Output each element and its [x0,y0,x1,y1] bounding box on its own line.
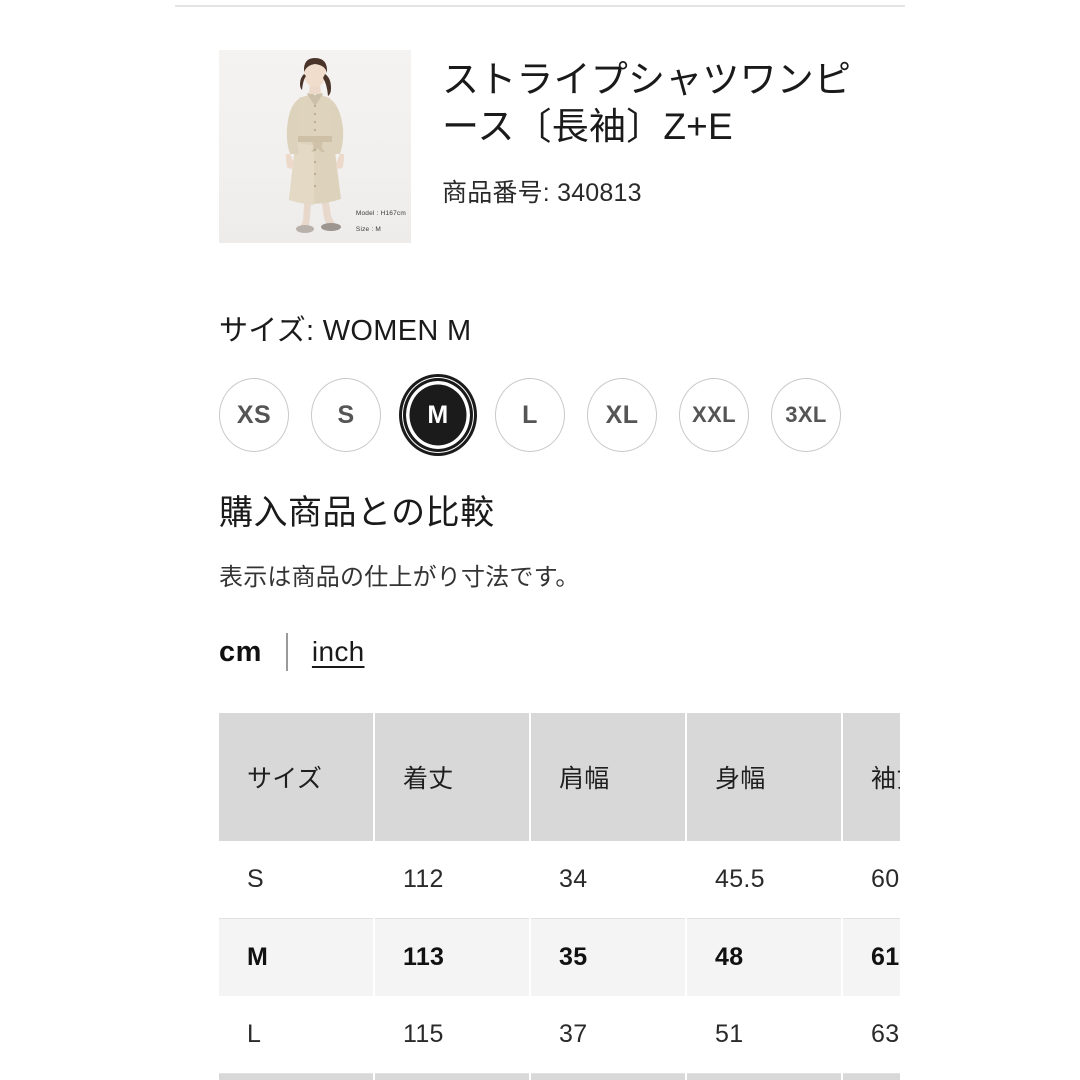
unit-inch-button[interactable]: inch [312,636,365,668]
product-meta: ストライプシャツワンピース〔長袖〕Z+E 商品番号: 340813 [442,50,872,209]
thumbnail-size-caption: Size : M [355,226,381,233]
table-cell-measure: 115 [375,996,529,1074]
table-cell-size: L [219,996,373,1074]
table-cell-measure: 60 [843,841,900,919]
table-cell-size: S [219,841,373,919]
size-table: サイズ着丈肩幅身幅袖丈裄丈 S1123445.560M113354861.5L1… [219,713,900,1080]
thumbnail-model-caption: Model : H167cm [355,209,406,217]
table-cell-measure [531,1074,685,1080]
product-title: ストライプシャツワンピース〔長袖〕Z+E [442,59,852,148]
size-chip-xs[interactable]: XS [219,378,289,452]
table-row: M113354861.5 [219,919,900,996]
table-cell-size: M [219,919,373,996]
size-table-scroll-area[interactable]: サイズ着丈肩幅身幅袖丈裄丈 S1123445.560M113354861.5L1… [219,713,900,1080]
table-cell-measure: 35 [531,919,685,996]
table-body: S1123445.560M113354861.5L115375163 [219,841,900,1080]
size-chip-l[interactable]: L [495,378,565,452]
unit-cm-button[interactable]: cm [219,636,262,669]
size-chart-page: Model : H167cm Size : M ストライプシャツワンピース〔長袖… [0,0,1080,1080]
comparison-heading: 購入商品との比較 [219,494,495,532]
table-cell-measure: 34 [531,841,685,919]
table-header-row: サイズ着丈肩幅身幅袖丈裄丈 [219,713,900,841]
size-chip-s[interactable]: S [311,378,381,452]
size-chip-xxl[interactable]: XXL [679,378,749,452]
table-cell-measure: 63 [843,996,900,1074]
table-row-partial [219,1074,900,1080]
size-chip-m[interactable]: M [399,374,477,456]
table-cell-measure: 51 [687,996,841,1074]
size-option-list: XS S M L XL XXL 3XL [219,374,841,456]
size-chip-xl[interactable]: XL [587,378,657,452]
table-cell-measure [687,1074,841,1080]
table-cell-measure: 113 [375,919,529,996]
product-thumbnail[interactable]: Model : H167cm Size : M [219,50,411,243]
size-selector-label: サイズ: WOMEN M [219,315,472,347]
table-cell-measure: 61.5 [843,919,900,996]
comparison-note: 表示は商品の仕上がり寸法です。 [219,564,580,591]
table-header-cell: 肩幅 [531,713,685,841]
table-cell-measure [375,1074,529,1080]
product-header: Model : H167cm Size : M ストライプシャツワンピース〔長袖… [219,50,872,243]
table-cell-measure: 112 [375,841,529,919]
product-number: 商品番号: 340813 [442,178,642,207]
size-chip-3xl[interactable]: 3XL [771,378,841,452]
table-header-cell: 身幅 [687,713,841,841]
table-row: S 112 34 45.5 60 [219,841,900,919]
table-cell-measure [843,1074,900,1080]
table-header-cell: 着丈 [375,713,529,841]
table-cell-size [219,1074,373,1080]
table-header-cell: サイズ [219,713,373,841]
table-cell-measure: 37 [531,996,685,1074]
table-row: L 115 37 51 63 [219,996,900,1074]
unit-toggle: cm inch [219,630,365,674]
table-cell-measure: 48 [687,919,841,996]
top-divider [175,5,905,7]
table-cell-measure: 45.5 [687,841,841,919]
unit-separator [285,633,288,671]
table-header-cell: 袖丈 [843,713,900,841]
